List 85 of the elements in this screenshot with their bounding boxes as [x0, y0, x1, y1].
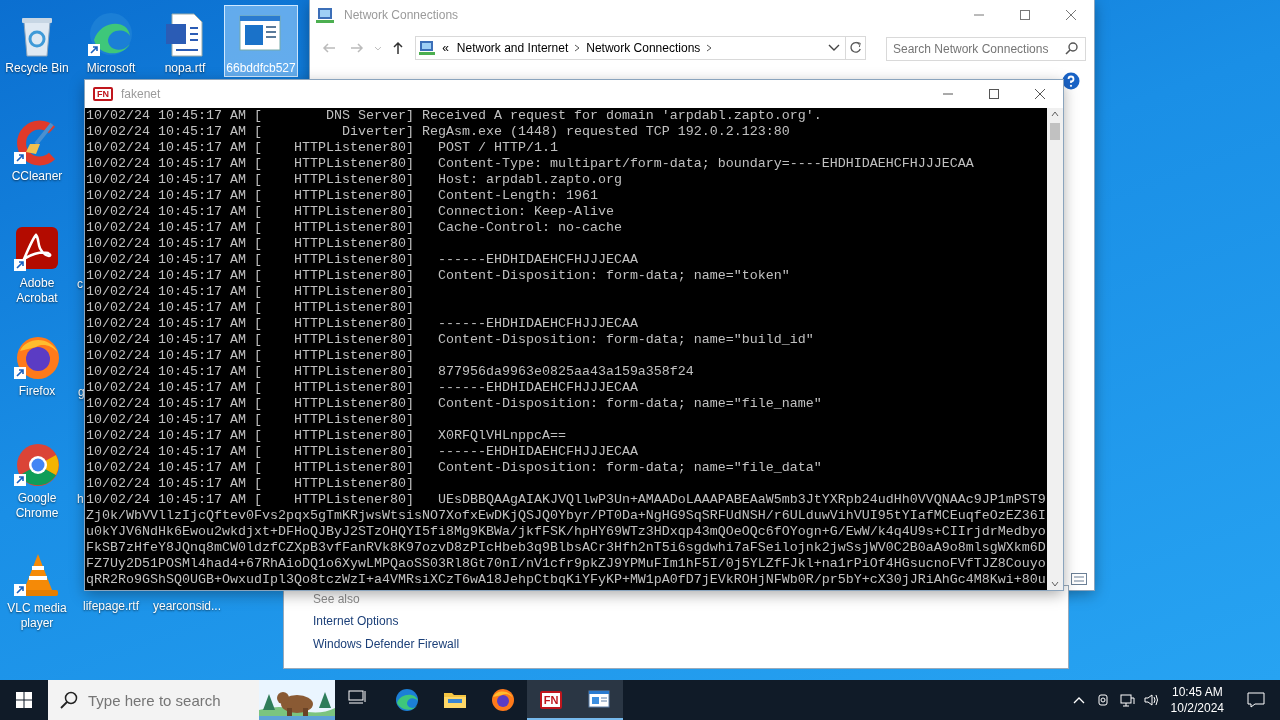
console-line: 10/02/24 10:45:17 AM [ HTTPListener80] ------EHDHIDAEHCFHJJJECAA — [86, 252, 639, 268]
window-title: fakenet — [121, 86, 161, 103]
clock-time[interactable]: 10:45 AM — [1170, 684, 1224, 700]
icon-label: VLC media player — [6, 601, 68, 631]
window-title: Network Connections — [344, 7, 459, 24]
console-line: 10/02/24 10:45:17 AM [ Diverter] RegAsm.exe (1448) requested TCP 192.0.2.123:80 — [86, 124, 791, 140]
close-icon — [1035, 89, 1045, 99]
console-line: 10/02/24 10:45:17 AM [ HTTPListener80] ------EHDHIDAEHCFHJJJECAA — [86, 316, 639, 332]
taskbar-button[interactable]: FN — [527, 680, 575, 720]
app-logo: FN — [93, 87, 113, 101]
scroll-thumb[interactable] — [1050, 123, 1060, 140]
desktop-icon[interactable]: CCleaner — [0, 113, 74, 185]
dropdown-icon — [373, 45, 382, 51]
console-line: 10/02/24 10:45:17 AM [ HTTPListener80] Connection: Keep-Alive — [86, 204, 615, 220]
breadcrumb-item[interactable]: Network Connections — [582, 39, 705, 57]
icon-label: yearconsid... — [151, 598, 222, 615]
console-line: FZ7Uy2D51POSMl4had4+67RhAioDQ1o6XywLMPQaoSS03Rl8Gt70nI/nV1cfr9pkZJ9YPMuFIm1hF5I/0j5YLZfFJkl+na1rPiOf4HGsucnoFVfTJZ8Couyo — [86, 556, 1047, 572]
console-line: 10/02/24 10:45:17 AM [ HTTPListener80] Content-Disposition: form-data; name="file_name" — [86, 396, 823, 412]
section-heading: See also — [313, 592, 361, 606]
volume-icon — [1142, 692, 1159, 708]
desktop-icon[interactable]: Google Chrome — [0, 435, 74, 522]
link[interactable]: Internet Options — [313, 610, 1068, 633]
icon-label: c — [77, 276, 83, 293]
console-line: 10/02/24 10:45:17 AM [ HTTPListener80] Content-Disposition: form-data; name="build_id" — [86, 332, 815, 348]
console-line: 10/02/24 10:45:17 AM [ HTTPListener80] — [86, 476, 415, 492]
link[interactable]: Windows Defender Firewall — [313, 633, 1068, 656]
icon-label: lifepage.rtf — [81, 598, 140, 615]
console-line: 10/02/24 10:45:17 AM [ HTTPListener80] Content-Disposition: form-data; name="token" — [86, 268, 791, 284]
icon-label: Recycle Bin — [5, 61, 69, 76]
console-line: 10/02/24 10:45:17 AM [ HTTPListener80] ------EHDHIDAEHCFHJJJECAA — [86, 380, 639, 396]
speech-bubble-icon — [1247, 691, 1265, 709]
console-line: u0kYJV6NdHk6Ewou2wkdjxt+DFHoQJByJ2STzOHQYI5fi8Mg9KBWa/jkfFSK/hpHY69WTz3HDxqp43mQOeOQc6fOYogn+G/EwW/k4q4U9s+CIIrjdrMedbyo — [86, 524, 1047, 540]
console-line: 10/02/24 10:45:17 AM [ HTTPListener80] POST / HTTP/1.1 — [86, 140, 559, 156]
icon-label: g — [78, 384, 85, 401]
taskbar-button[interactable] — [575, 680, 623, 720]
desktop-icon[interactable]: Microsoft — [74, 5, 148, 77]
help-icon[interactable] — [1062, 72, 1080, 90]
desktop-icon[interactable]: VLC media player — [0, 545, 74, 632]
console-line: 10/02/24 10:45:17 AM [ HTTPListener80] — [86, 348, 415, 364]
console-line: 10/02/24 10:45:17 AM [ HTTPListener80] UEsDBBQAAgAIAKJVQllwP3Un+AMAADoLAAAPABEAaW5mb3JtYXRpb24udHh0VVQNAAc9JP1mPST9 — [86, 492, 1047, 508]
clock-date[interactable]: 10/2/2024 — [1170, 700, 1224, 716]
scrollbar[interactable] — [1047, 108, 1063, 590]
overflow-chevron[interactable]: « — [438, 39, 453, 57]
console-line: 10/02/24 10:45:17 AM [ HTTPListener80] — [86, 236, 415, 252]
desktop-icon[interactable]: Firefox — [0, 328, 74, 400]
console-line: 10/02/24 10:45:17 AM [ HTTPListener80] — [86, 412, 415, 428]
address-bar[interactable]: « Network and Internet Network Connections — [415, 36, 866, 60]
icon-label: h — [77, 491, 84, 508]
icon-label: Adobe Acrobat — [15, 276, 59, 306]
console-line: Zj0k/WbVVllzIjcQftev0Fvs2pqx5gTmKRjwsWtsisNO7XofxEwDKjQSJQ0Ybyr/PT0Da+NgHG9SqSRFUdNSH/r6ULduwVihVUI95tYIafMCEuqfeOzEZ36I — [86, 508, 1047, 524]
breadcrumb-item[interactable]: Network and Internet — [452, 39, 573, 57]
icon-label: 66bddfcb527 — [226, 61, 296, 76]
network-icon — [1118, 692, 1135, 708]
view-icon[interactable] — [1071, 573, 1087, 585]
console-line: 10/02/24 10:45:17 AM [ HTTPListener80] Content-Length: 1961 — [86, 188, 599, 204]
console-line: 10/02/24 10:45:17 AM [ HTTPListener80] Content-Disposition: form-data; name="file_data" — [86, 460, 823, 476]
browser-icon — [395, 688, 419, 712]
maximize-icon — [989, 89, 999, 99]
console-line: 10/02/24 10:45:17 AM [ HTTPListener80] X0RFQlVHLnppcA== — [86, 428, 567, 444]
windows-logo-icon — [16, 692, 32, 708]
icon-label: nopa.rtf — [164, 61, 206, 76]
console-line: 10/02/24 10:45:17 AM [ HTTPListener80] Host: arpdabl.zapto.org — [86, 172, 623, 188]
browser-icon — [491, 688, 515, 712]
maximize-icon — [1020, 10, 1030, 20]
icon-label: Firefox — [18, 384, 56, 399]
console-line: FkSB7zHfeY8JQnq8mCW0ldzfCZXpB3vfFanRVk8K97ozvD8zPIcHbeb3q9BlbsACr3Hfh2nT5i6sgdwhi7aFSeilojnk2jwSsjWV0C2B0aA9o8mlsgWXkm6D — [86, 540, 1047, 556]
close-icon — [1066, 10, 1076, 20]
desktop-icon[interactable]: nopa.rtf — [148, 5, 222, 77]
search-field[interactable]: Search Network Connections — [886, 37, 1086, 61]
icon-label: CCleaner — [11, 169, 63, 184]
console-line: 10/02/24 10:45:17 AM [ HTTPListener80] ------EHDHIDAEHCFHJJJECAA — [86, 444, 639, 460]
search-icon — [60, 691, 78, 709]
search-icon — [1065, 41, 1079, 55]
console-line: 10/02/24 10:45:17 AM [ DNS Server] Received A request for domain 'arpdabl.zapto.org'. — [86, 108, 823, 124]
console-line: 10/02/24 10:45:17 AM [ HTTPListener80] Content-Type: multipart/form-data; boundary=----EHDHIDAEHCFHJJJECAA — [86, 156, 975, 172]
console-line: 10/02/24 10:45:17 AM [ HTTPListener80] 877956da9963e0825aa43a159a358f24 — [86, 364, 695, 380]
icon-label: Google Chrome — [14, 491, 60, 521]
console-line: 10/02/24 10:45:17 AM [ HTTPListener80] — [86, 300, 415, 316]
desktop-icon[interactable]: Recycle Bin — [0, 5, 74, 77]
console-line: 10/02/24 10:45:17 AM [ HTTPListener80] — [86, 284, 415, 300]
search-box[interactable]: Type here to search — [48, 680, 259, 720]
console-line: 10/02/24 10:45:17 AM [ HTTPListener80] Cache-Control: no-cache — [86, 220, 623, 236]
desktop-icon[interactable]: Adobe Acrobat — [0, 220, 74, 307]
console-line: qRR2Ro9GShSQ0UGB+OwxudIpl3Qo8tczWzI+a4VMRsiXCzT6wA18JehpCtbqKiYFyKP+MW1pA0fD7jEVkROHjNFWb0R/pr5bY+cX30jJRiAhGc4M8Kwi+80u — [86, 572, 1047, 588]
icon-label: Microsoft — [86, 61, 136, 76]
